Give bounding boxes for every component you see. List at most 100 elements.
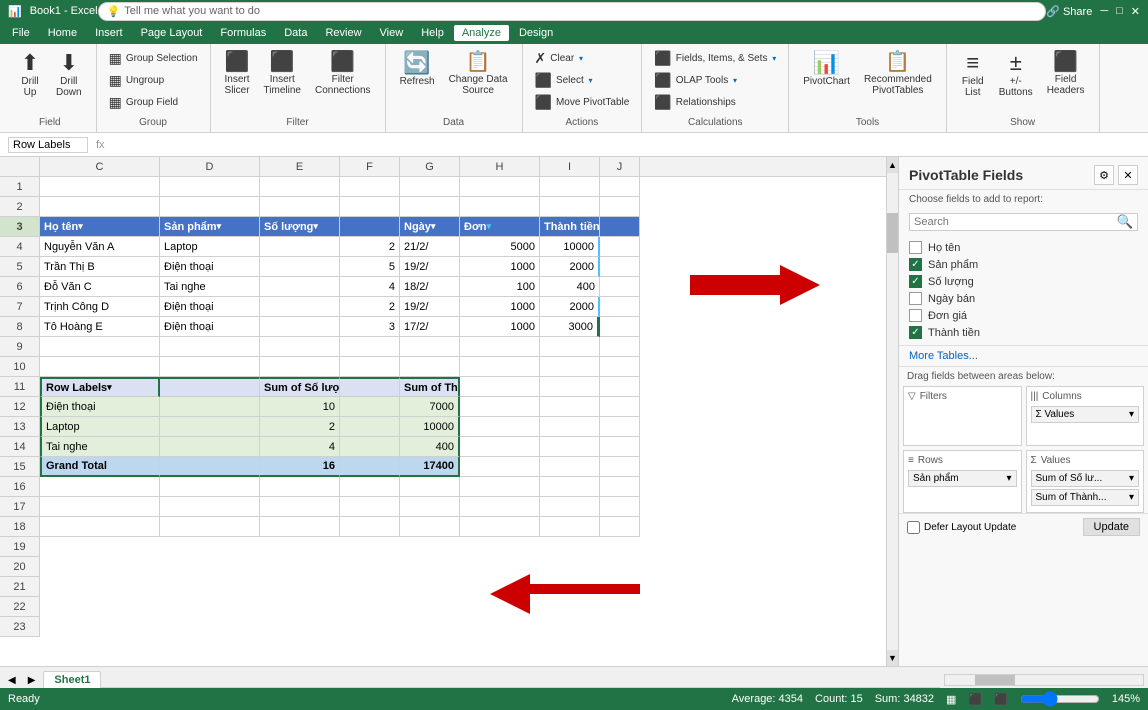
refresh-button[interactable]: 🔄 Refresh bbox=[394, 48, 441, 91]
tell-me-bar[interactable]: 💡 Tell me what you want to do bbox=[98, 2, 1047, 21]
insert-slicer-button[interactable]: ⬛ InsertSlicer bbox=[219, 48, 256, 100]
more-tables-link[interactable]: More Tables... bbox=[899, 346, 1148, 366]
cell-c10[interactable] bbox=[40, 357, 160, 377]
pivot-header-sum-thanh-tien[interactable]: Sum of Thành tiền bbox=[400, 377, 460, 397]
header-ngay[interactable]: Ngày ▾ bbox=[400, 217, 460, 237]
scroll-thumb[interactable] bbox=[887, 213, 898, 253]
update-button[interactable]: Update bbox=[1083, 518, 1140, 536]
menu-view[interactable]: View bbox=[372, 25, 412, 41]
cell-so-luong-8[interactable] bbox=[260, 317, 340, 337]
field-ngay-ban-checkbox[interactable] bbox=[909, 292, 922, 305]
cell-don-5[interactable]: 1000 bbox=[460, 257, 540, 277]
view-preview-icon[interactable]: ⬛ bbox=[994, 693, 1008, 706]
cell-c1[interactable] bbox=[40, 177, 160, 197]
cell-g9[interactable] bbox=[400, 337, 460, 357]
cell-ngay-8[interactable]: 17/2/ bbox=[400, 317, 460, 337]
plus-minus-buttons-button[interactable]: ± +/-Buttons bbox=[993, 48, 1039, 102]
cell-so-luong-6[interactable] bbox=[260, 277, 340, 297]
col-header-i[interactable]: I bbox=[540, 157, 600, 176]
field-headers-button[interactable]: ⬛ FieldHeaders bbox=[1041, 48, 1091, 100]
scroll-down-button[interactable]: ▼ bbox=[887, 650, 898, 666]
field-ho-ten[interactable]: Họ tên bbox=[909, 239, 1138, 256]
cell-d10[interactable] bbox=[160, 357, 260, 377]
pivot-cell-dien-thoai[interactable]: Điện thoại bbox=[40, 397, 160, 417]
cell-thanh-tien-7[interactable]: 2000 bbox=[540, 297, 600, 317]
cell-thanh-tien-5[interactable]: 2000 bbox=[540, 257, 600, 277]
cell-f2[interactable] bbox=[340, 197, 400, 217]
pivot-cell-laptop[interactable]: Laptop bbox=[40, 417, 160, 437]
cell-d1[interactable] bbox=[160, 177, 260, 197]
pivot-header-sum-so-luong[interactable]: Sum of Số lượng bbox=[260, 377, 340, 397]
menu-home[interactable]: Home bbox=[40, 25, 85, 41]
col-header-c[interactable]: C bbox=[40, 157, 160, 176]
header-ho-ten[interactable]: Họ tên ▾ bbox=[40, 217, 160, 237]
cell-c2[interactable] bbox=[40, 197, 160, 217]
cell-j-7[interactable] bbox=[600, 297, 640, 317]
menu-help[interactable]: Help bbox=[413, 25, 452, 41]
cell-h11[interactable] bbox=[460, 377, 540, 397]
cell-g2[interactable] bbox=[400, 197, 460, 217]
columns-values-dropdown[interactable]: ▾ bbox=[1129, 409, 1134, 420]
menu-data[interactable]: Data bbox=[276, 25, 315, 41]
pivot-cell-f14[interactable] bbox=[340, 437, 400, 457]
pivot-cell-thanh-tien-laptop[interactable]: 10000 bbox=[400, 417, 460, 437]
col-header-h[interactable]: H bbox=[460, 157, 540, 176]
cell-i11[interactable] bbox=[540, 377, 600, 397]
spreadsheet-area[interactable]: C D E F G H I J 1 2 3 4 5 6 7 8 9 10 11 bbox=[0, 157, 886, 666]
pivot-cell-d15[interactable] bbox=[160, 457, 260, 477]
cell-j15[interactable] bbox=[600, 457, 640, 477]
cell-ho-ten-6[interactable]: Đỗ Văn C bbox=[40, 277, 160, 297]
cell-i1[interactable] bbox=[540, 177, 600, 197]
field-ho-ten-checkbox[interactable] bbox=[909, 241, 922, 254]
scroll-up-button[interactable]: ▲ bbox=[887, 157, 898, 173]
header-so-luong[interactable]: Số lượng ▾ bbox=[260, 217, 340, 237]
cell-san-pham-6[interactable]: Tai nghe bbox=[160, 277, 260, 297]
ungroup-button[interactable]: ▦ Ungroup bbox=[105, 70, 169, 91]
drag-area-values[interactable]: Σ Values Sum of Số lư... ▾ Sum of Thành.… bbox=[1026, 450, 1145, 513]
cell-i12[interactable] bbox=[540, 397, 600, 417]
col-header-j[interactable]: J bbox=[600, 157, 640, 176]
cell-j1[interactable] bbox=[600, 177, 640, 197]
pivotchart-button[interactable]: 📊 PivotChart bbox=[797, 48, 856, 91]
cell-d2[interactable] bbox=[160, 197, 260, 217]
cell-don-6[interactable]: 100 bbox=[460, 277, 540, 297]
cell-i2[interactable] bbox=[540, 197, 600, 217]
menu-design[interactable]: Design bbox=[511, 25, 561, 41]
cell-ho-ten-7[interactable]: Trịnh Công D bbox=[40, 297, 160, 317]
cell-f-7[interactable]: 2 bbox=[340, 297, 400, 317]
cell-j14[interactable] bbox=[600, 437, 640, 457]
cell-san-pham-5[interactable]: Điện thoại bbox=[160, 257, 260, 277]
header-don[interactable]: Đơn ▾ bbox=[460, 217, 540, 237]
values-sum-thanh-tien-item[interactable]: Sum of Thành... ▾ bbox=[1031, 489, 1140, 506]
menu-formulas[interactable]: Formulas bbox=[212, 25, 274, 41]
clear-button[interactable]: ✗ Clear ▾ bbox=[531, 48, 587, 69]
pivot-cell-grand-total[interactable]: Grand Total bbox=[40, 457, 160, 477]
select-button[interactable]: ⬛ Select ▾ bbox=[531, 70, 597, 91]
fields-search-input[interactable] bbox=[910, 214, 1113, 230]
field-don-gia[interactable]: Đơn giá bbox=[909, 307, 1138, 324]
menu-page-layout[interactable]: Page Layout bbox=[133, 25, 211, 41]
row-num-3[interactable]: 3 bbox=[0, 217, 40, 237]
cell-h12[interactable] bbox=[460, 397, 540, 417]
menu-analyze[interactable]: Analyze bbox=[454, 25, 509, 41]
cell-c9[interactable] bbox=[40, 337, 160, 357]
cell-j-4[interactable] bbox=[600, 237, 640, 257]
cell-san-pham-7[interactable]: Điện thoại bbox=[160, 297, 260, 317]
minimize-button[interactable]: ─ bbox=[1100, 5, 1108, 18]
view-normal-icon[interactable]: ▦ bbox=[946, 693, 956, 706]
drag-area-rows[interactable]: ≡ Rows Sản phẩm ▾ bbox=[903, 450, 1022, 513]
cell-thanh-tien-4[interactable]: 10000 bbox=[540, 237, 600, 257]
fields-items-sets-button[interactable]: ⬛ Fields, Items, & Sets ▾ bbox=[650, 48, 780, 69]
pivot-cell-sum-so-luong[interactable]: 16 bbox=[260, 457, 340, 477]
values-sum-so-luong-dropdown[interactable]: ▾ bbox=[1129, 473, 1134, 484]
field-so-luong-checkbox[interactable]: ✓ bbox=[909, 275, 922, 288]
pivot-cell-f15[interactable] bbox=[340, 457, 400, 477]
field-so-luong[interactable]: ✓ Số lượng bbox=[909, 273, 1138, 290]
header-thanh-tien[interactable]: Thành tiền ▾ bbox=[540, 217, 600, 237]
sheet-nav-right[interactable]: ▶ bbox=[24, 673, 40, 688]
menu-file[interactable]: File bbox=[4, 25, 38, 41]
insert-timeline-button[interactable]: ⬛ InsertTimeline bbox=[258, 48, 307, 100]
cell-e9[interactable] bbox=[260, 337, 340, 357]
col-header-d[interactable]: D bbox=[160, 157, 260, 176]
search-button[interactable]: 🔍 bbox=[1113, 214, 1137, 230]
